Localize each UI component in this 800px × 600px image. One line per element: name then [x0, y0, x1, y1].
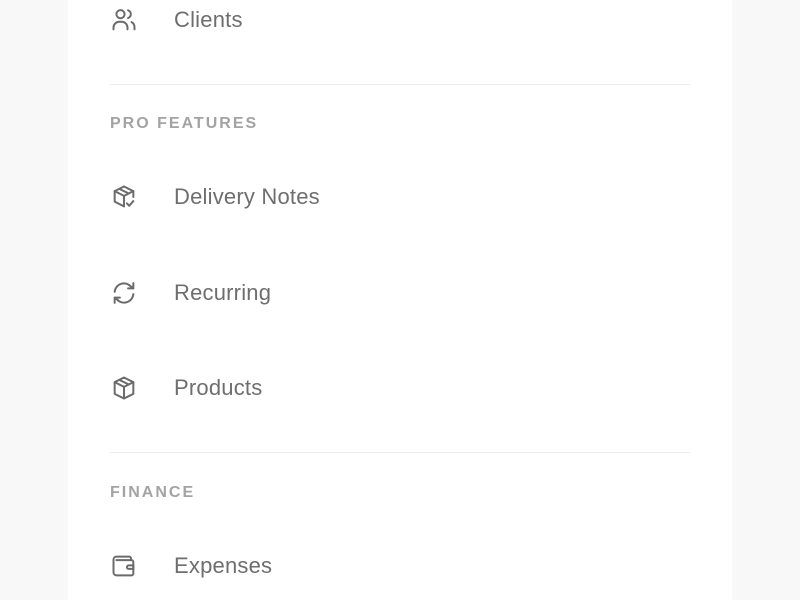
sidebar-item-delivery-notes[interactable]: Delivery Notes [110, 177, 320, 217]
sidebar-item-expenses[interactable]: Expenses [110, 546, 272, 586]
sidebar-item-label: Recurring [174, 280, 272, 305]
sidebar-item-label: Clients [174, 7, 243, 32]
box-icon [110, 374, 138, 402]
sidebar-item-clients[interactable]: Clients [110, 0, 243, 40]
users-icon [110, 6, 138, 34]
sidebar-item-label: Products [174, 375, 263, 400]
wallet-icon [110, 552, 138, 580]
package-check-icon [110, 183, 138, 211]
section-divider [110, 452, 690, 453]
section-divider [110, 84, 690, 85]
section-heading-pro-features: PRO FEATURES [110, 115, 259, 132]
sidebar-item-recurring[interactable]: Recurring [110, 273, 271, 313]
sidebar-item-products[interactable]: Products [110, 368, 262, 408]
sidebar-item-label: Expenses [174, 553, 273, 578]
sidebar-panel: Clients PRO FEATURES Delivery Notes Recu… [68, 0, 732, 600]
sidebar-item-label: Delivery Notes [174, 184, 320, 209]
section-heading-finance: FINANCE [110, 484, 196, 501]
refresh-icon [110, 279, 138, 307]
